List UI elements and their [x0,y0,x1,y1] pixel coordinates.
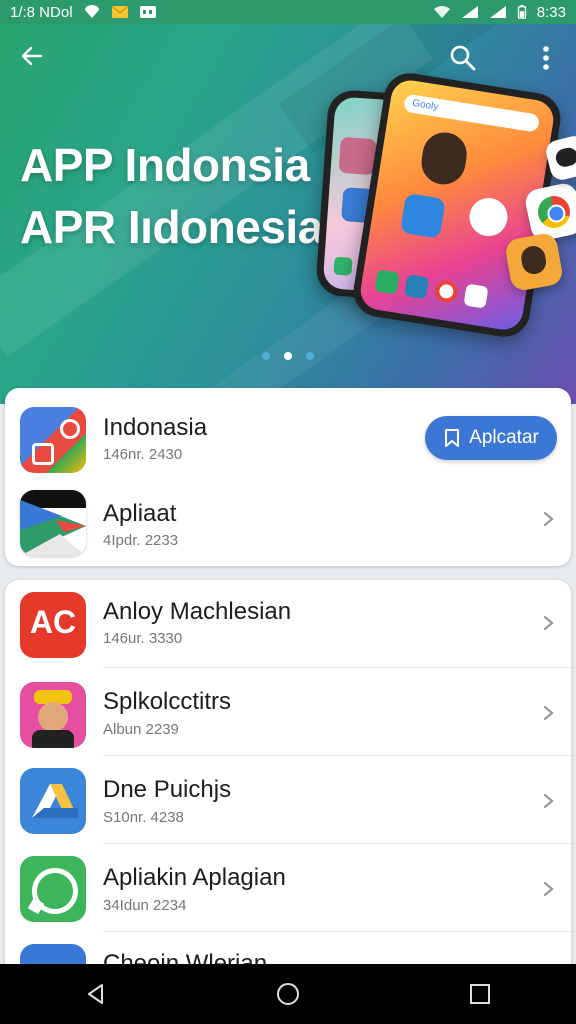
message-icon [139,6,156,18]
carousel-dot[interactable] [262,352,270,360]
carousel-indicator [0,352,576,360]
app-title: Anloy Machlesian [103,598,292,625]
chevron-right-icon [543,794,554,808]
install-button-label: Aplcatar [469,427,539,448]
ac-app-icon: AC [20,592,86,658]
chevron-right-icon [543,706,554,720]
location-icon [84,5,99,18]
chevron-right-icon [543,616,554,630]
wifi-icon [433,5,450,18]
app-title: Indonasia [103,414,208,441]
list-item[interactable]: Dne Puichjs S10nr. 4238 [5,756,571,844]
more-vert-icon [543,46,549,70]
search-button[interactable] [443,38,483,78]
chevron-right-icon [543,512,554,526]
install-button[interactable]: Aplcatar [425,416,557,460]
system-navigation-bar [0,964,576,1024]
status-time: 8:33 [536,3,566,21]
mail-icon [111,5,128,18]
app-subtitle: 146ur. 3330 [103,630,183,647]
hero-banner[interactable]: APP Indonsia APR Iıdonesia Gooly [0,24,576,404]
play-store-icon [20,490,86,556]
apps-list-card: AC Anloy Machlesian 146ur. 3330 Splkolcc… [5,580,571,980]
battery-icon [517,5,526,19]
ac-icon-text: AC [29,604,77,640]
app-title: Splkolcctitrs [103,688,232,715]
home-circle-icon[interactable] [275,981,301,1007]
featured-apps-card: Indonasia 146nr. 2430 Aplcatar Apliaat 4… [5,388,571,566]
top-app-bar [0,24,576,90]
chevron-right-icon [543,882,554,896]
list-item[interactable]: Apliakin Aplagian 34Idun 2234 [5,844,571,932]
app-subtitle: 146nr. 2430 [103,446,183,463]
back-triangle-icon[interactable] [83,981,109,1007]
recents-square-icon[interactable] [467,981,493,1007]
signal-icon [461,6,478,18]
list-item[interactable]: AC Anloy Machlesian 146ur. 3330 [5,580,571,668]
arrow-back-icon [21,46,43,66]
phone-search-bar: Gooly [402,93,541,133]
maps-app-icon [20,407,86,473]
carousel-dot[interactable] [306,352,314,360]
list-item[interactable]: Apliaat 4Ipdr. 2233 [5,476,571,566]
hero-title-line2: APR Iıdonesia [20,201,323,253]
app-title: Apliaat [103,500,177,527]
list-item[interactable]: Indonasia 146nr. 2430 Aplcatar [5,388,571,476]
carousel-dot-active[interactable] [284,352,292,360]
drive-app-icon [20,768,86,834]
status-bar: 1/:8 NDol 8:33 [0,0,576,24]
app-title: Dne Puichjs [103,776,232,803]
whatsapp-app-icon [20,856,86,922]
app-subtitle: 34Idun 2234 [103,897,187,914]
app-subtitle: S10nr. 4238 [103,809,184,826]
list-item[interactable]: Splkolcctitrs Albun 2239 [5,668,571,756]
back-button[interactable] [12,36,52,76]
search-icon [450,45,476,71]
app-subtitle: Albun 2239 [103,721,179,738]
bookmark-icon [445,429,460,447]
hero-title-line1: APP Indonsia [20,139,310,191]
signal-icon [489,6,506,18]
avatar-app-icon [20,682,86,748]
more-options-button[interactable] [526,38,566,78]
app-subtitle: 4Ipdr. 2233 [103,532,179,549]
status-left-text: 1/:8 NDol [10,3,73,21]
app-title: Apliakin Aplagian [103,864,286,891]
floating-avatar-icon [503,231,565,293]
